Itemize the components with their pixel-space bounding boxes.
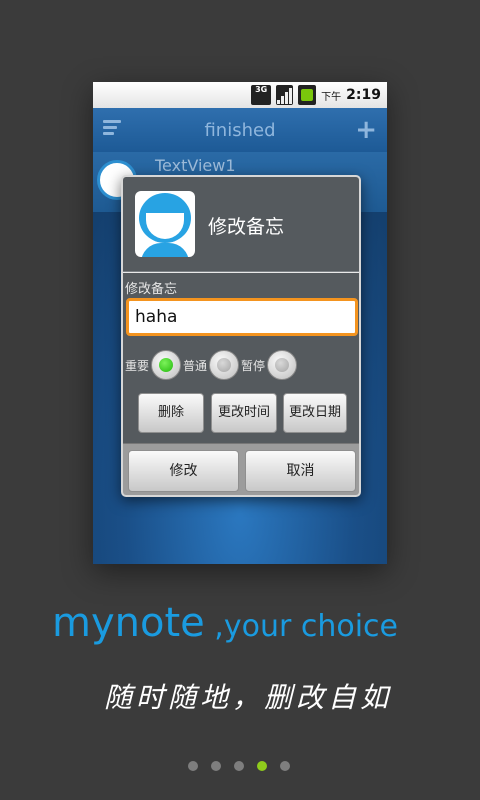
signal-icon — [276, 85, 294, 105]
delete-button[interactable]: 删除 — [138, 393, 204, 433]
status-time: 2:19 — [346, 87, 381, 103]
promo-title-suffix: ,your choice — [204, 609, 398, 644]
dialog-body: 修改备忘 重要 普通 暂停 删除 更改时间 更改日期 — [123, 273, 359, 443]
priority-label-important: 重要 — [125, 358, 150, 373]
priority-radio-pause[interactable] — [267, 350, 298, 380]
page-dot[interactable] — [234, 761, 244, 771]
page-dot[interactable] — [211, 761, 221, 771]
promo-subtitle: 随时随地，删改自如 — [104, 681, 393, 714]
promo-title-main: mynote — [52, 600, 205, 646]
page-dot[interactable] — [257, 761, 267, 771]
user-avatar-icon — [135, 191, 195, 257]
app-title-bar: finished + — [93, 108, 387, 152]
status-ampm: 下午 — [321, 91, 342, 103]
status-bar: 3G 下午 2:19 — [93, 82, 387, 108]
confirm-edit-button[interactable]: 修改 — [128, 450, 239, 492]
change-time-button[interactable]: 更改时间 — [211, 393, 277, 433]
priority-radio-important[interactable] — [151, 350, 182, 380]
memo-input[interactable] — [126, 298, 358, 336]
priority-radio-normal[interactable] — [209, 350, 240, 380]
promo-headline: mynote ,your choice — [52, 600, 398, 646]
change-date-button[interactable]: 更改日期 — [283, 393, 347, 433]
priority-radio-group: 重要 普通 暂停 — [123, 347, 359, 383]
page-dot[interactable] — [280, 761, 290, 771]
dialog-title: 修改备忘 — [208, 216, 285, 238]
network-3g-icon: 3G — [251, 85, 272, 105]
battery-icon — [298, 85, 317, 105]
page-indicator — [188, 761, 290, 771]
app-title: finished — [204, 119, 276, 141]
priority-label-pause: 暂停 — [241, 358, 266, 373]
list-menu-icon[interactable] — [103, 120, 121, 138]
memo-field-label: 修改备忘 — [125, 282, 178, 297]
page-dot[interactable] — [188, 761, 198, 771]
priority-label-normal: 普通 — [183, 358, 208, 373]
dialog-header: 修改备忘 — [123, 177, 359, 272]
dialog-footer: 修改 取消 — [123, 443, 359, 495]
plus-icon[interactable]: + — [355, 115, 377, 145]
list-item-title: TextView1 — [155, 156, 236, 175]
edit-memo-dialog: 修改备忘 修改备忘 重要 普通 暂停 删除 更改时间 更改日期 修改 取消 — [121, 175, 361, 497]
cancel-button[interactable]: 取消 — [245, 450, 356, 492]
